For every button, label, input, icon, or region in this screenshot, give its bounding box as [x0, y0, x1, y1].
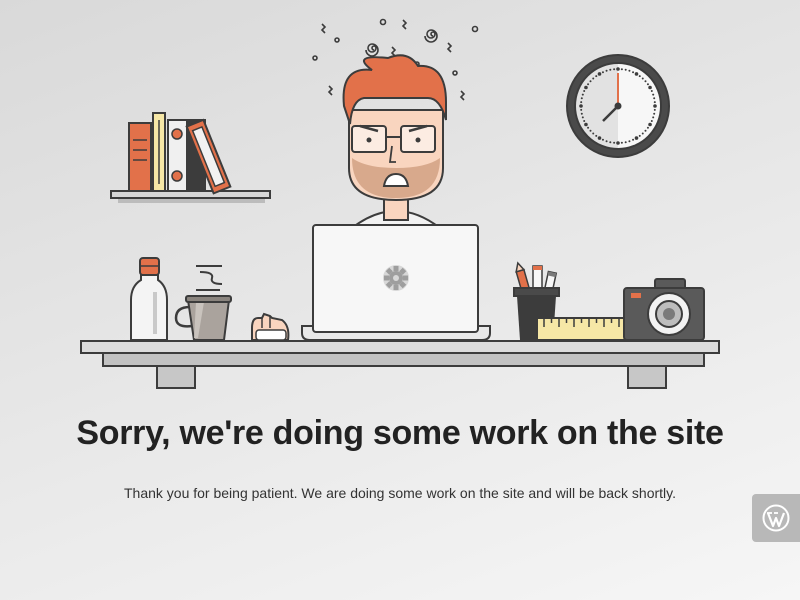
- desk: [80, 340, 720, 389]
- wordpress-badge[interactable]: [752, 494, 800, 542]
- camera: [623, 278, 705, 341]
- bookshelf: [110, 112, 271, 203]
- wordpress-icon: [762, 504, 790, 532]
- wall-clock: [566, 54, 670, 158]
- books: [128, 112, 232, 195]
- gear-icon: [383, 265, 409, 291]
- page-title: Sorry, we're doing some work on the site: [76, 414, 724, 452]
- coffee-cup: [174, 265, 232, 341]
- water-bottle: [130, 257, 168, 341]
- hand-with-mouse: [251, 312, 290, 341]
- developer: [342, 54, 447, 229]
- maintenance-illustration: [80, 18, 720, 389]
- page-message: Thank you for being patient. We are doin…: [123, 485, 676, 501]
